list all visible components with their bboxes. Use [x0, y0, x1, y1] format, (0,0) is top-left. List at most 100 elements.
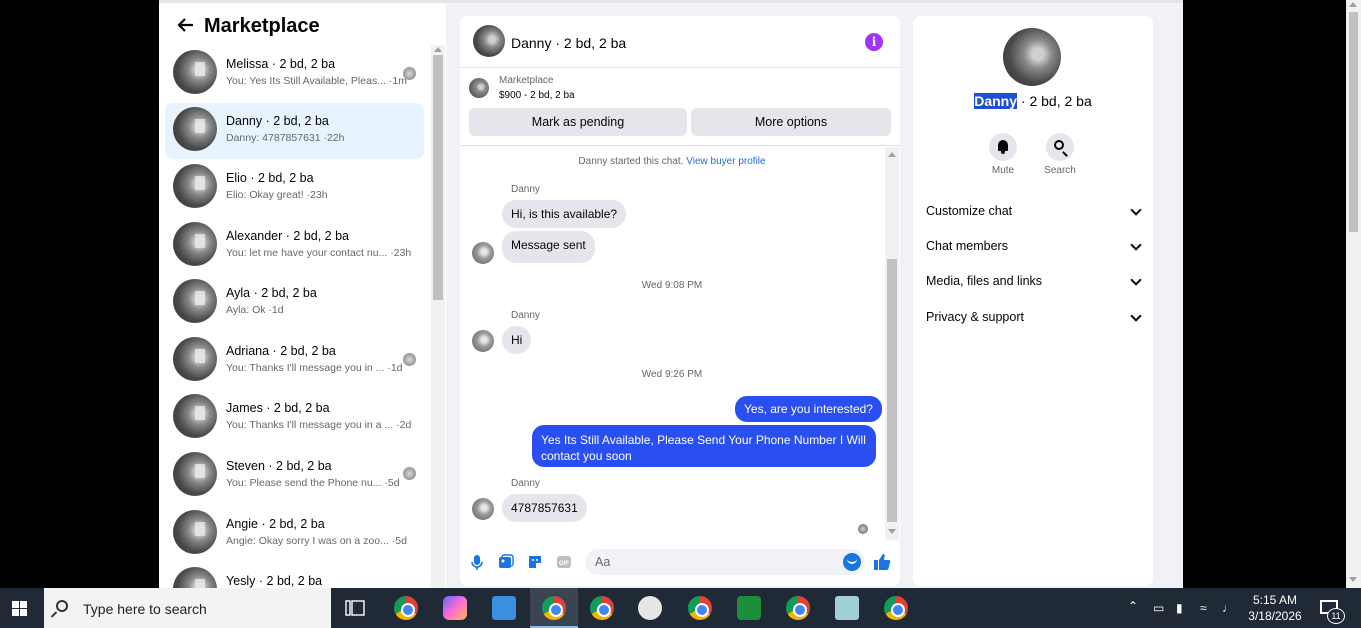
conversation-name: Yesly · 2 bd, 2 ba — [226, 574, 323, 588]
timestamp-separator: Wed 9:26 PM — [641, 369, 703, 380]
search-button[interactable]: Search — [1038, 133, 1082, 176]
more-options-button[interactable]: More options — [691, 108, 891, 136]
scroll-down-icon[interactable] — [1349, 577, 1357, 582]
copilot-icon[interactable] — [443, 596, 467, 620]
windows-taskbar: Type here to search ⌃ ▭ ▮ ≈ ♩ 5:15 AM 3/… — [0, 588, 1361, 628]
avatar[interactable] — [473, 25, 505, 57]
notification-count-badge: 11 — [1327, 608, 1345, 624]
taskbar-search[interactable]: Type here to search — [44, 588, 331, 628]
conversation-item[interactable]: Ayla · 2 bd, 2 ba Ayla: Ok ·1d — [165, 275, 424, 331]
notepad-icon[interactable] — [835, 596, 859, 620]
incoming-message[interactable]: Message sent — [502, 231, 595, 263]
battery-icon[interactable]: ▮ — [1176, 601, 1183, 615]
page-scrollbar[interactable] — [1346, 0, 1361, 588]
conversation-item[interactable]: Steven · 2 bd, 2 ba You: Please send the … — [165, 448, 424, 504]
conversation-item[interactable]: James · 2 bd, 2 ba You: Thanks I'll messa… — [165, 390, 424, 446]
scrollbar-thumb[interactable] — [1349, 12, 1358, 232]
microphone-icon[interactable] — [468, 553, 486, 571]
goto-app-icon[interactable] — [737, 596, 761, 620]
conversation-item[interactable]: Danny · 2 bd, 2 ba Danny: 4787857631 ·22h — [165, 103, 424, 159]
chevron-down-icon — [1130, 274, 1142, 286]
task-view-icon[interactable] — [345, 599, 365, 617]
read-receipt-avatar — [403, 353, 416, 366]
scrollbar-thumb[interactable] — [887, 259, 897, 522]
scroll-up-icon[interactable] — [1349, 2, 1357, 7]
read-receipt-avatar — [858, 524, 868, 534]
windows-logo-icon — [12, 601, 27, 616]
search-circle[interactable] — [1046, 133, 1074, 161]
view-buyer-profile-link[interactable]: View buyer profile — [686, 156, 765, 167]
scroll-up-icon[interactable] — [888, 152, 896, 157]
chat-scrollbar[interactable] — [885, 147, 899, 540]
conversation-snippet: You: Thanks I'll message you in ... ·1d — [226, 362, 403, 374]
thumbs-up-icon[interactable] — [872, 552, 892, 572]
scroll-up-icon[interactable] — [434, 47, 442, 52]
start-button[interactable] — [0, 588, 40, 628]
avatar — [173, 279, 217, 323]
chrome-icon[interactable] — [786, 596, 810, 620]
system-clock[interactable]: 5:15 AM 3/18/2026 — [1244, 592, 1306, 624]
avatar — [173, 164, 217, 208]
outgoing-message[interactable]: Yes Its Still Available, Please Send You… — [532, 425, 876, 467]
photo-icon[interactable] — [497, 553, 515, 571]
conversation-snippet: You: let me have your contact nu... ·23h — [226, 247, 412, 259]
conversation-item[interactable]: Adriana · 2 bd, 2 ba You: Thanks I'll mes… — [165, 333, 424, 389]
conversation-snippet: Ayla: Ok ·1d — [226, 304, 284, 316]
outgoing-message[interactable]: Yes, are you interested? — [735, 396, 882, 422]
mark-as-pending-button[interactable]: Mark as pending — [469, 108, 687, 136]
chrome-icon[interactable] — [394, 596, 418, 620]
conversation-name: Danny · 2 bd, 2 ba — [226, 114, 329, 128]
incoming-message[interactable]: 4787857631 — [502, 494, 587, 522]
selected-contact-name[interactable]: Danny — [974, 93, 1018, 109]
scroll-down-icon[interactable] — [888, 529, 896, 534]
mute-circle[interactable] — [989, 133, 1017, 161]
wifi-icon[interactable]: ≈ — [1200, 601, 1207, 615]
menu-customize-chat[interactable]: Customize chat — [926, 202, 1142, 222]
conversation-snippet: Angie: Okay sorry I was on a zoo... ·5d — [226, 535, 407, 547]
listing-price[interactable]: $900 - 2 bd, 2 ba — [499, 90, 575, 101]
avatar — [173, 337, 217, 381]
menu-chat-members[interactable]: Chat members — [926, 237, 1142, 257]
info-icon[interactable]: i — [865, 33, 883, 51]
mute-button[interactable]: Mute — [981, 133, 1025, 176]
chat-title[interactable]: Danny · 2 bd, 2 ba — [511, 35, 626, 51]
device-icon[interactable]: ▭ — [1153, 601, 1164, 615]
conversation-list: Melissa · 2 bd, 2 ba You: Yes Its Still A… — [159, 45, 431, 588]
incoming-message[interactable]: Hi, is this available? — [502, 200, 627, 228]
menu-label: Media, files and links — [926, 274, 1043, 288]
chrome-icon[interactable] — [688, 596, 712, 620]
conversation-scrollbar[interactable] — [431, 45, 445, 588]
back-arrow-icon[interactable] — [177, 16, 195, 34]
sender-label: Danny — [511, 184, 540, 195]
paint-icon[interactable] — [638, 596, 662, 620]
volume-icon[interactable]: ♩ — [1222, 601, 1234, 615]
conversation-item[interactable]: Melissa · 2 bd, 2 ba You: Yes Its Still A… — [165, 46, 424, 102]
avatar[interactable] — [472, 242, 494, 264]
chrome-icon[interactable] — [884, 596, 908, 620]
chevron-up-icon[interactable]: ⌃ — [1128, 599, 1138, 613]
avatar[interactable] — [472, 498, 494, 520]
scrollbar-thumb[interactable] — [433, 55, 443, 300]
chrome-icon[interactable] — [542, 596, 566, 620]
incoming-message[interactable]: Hi — [502, 326, 532, 354]
conversation-item[interactable]: Angie · 2 bd, 2 ba Angie: Okay sorry I wa… — [165, 506, 424, 562]
menu-label: Customize chat — [926, 204, 1013, 218]
menu-media-files-links[interactable]: Media, files and links — [926, 272, 1142, 292]
avatar[interactable] — [1003, 28, 1061, 86]
gif-icon[interactable]: GIF — [555, 553, 573, 571]
menu-label: Privacy & support — [926, 310, 1024, 324]
bell-icon — [998, 140, 1008, 154]
message-line: contact you soon — [541, 449, 632, 463]
conversation-item[interactable]: Yesly · 2 bd, 2 ba — [165, 563, 424, 588]
conversation-item[interactable]: Elio · 2 bd, 2 ba Elio: Okay great! ·23h — [165, 160, 424, 216]
contacts-app-icon[interactable] — [492, 596, 516, 620]
avatar — [173, 50, 217, 94]
chrome-icon[interactable] — [590, 596, 614, 620]
conversation-item[interactable]: Alexander · 2 bd, 2 ba You: let me have y… — [165, 218, 424, 274]
menu-privacy-support[interactable]: Privacy & support — [926, 308, 1142, 328]
avatar[interactable] — [472, 330, 494, 352]
emoji-icon[interactable] — [843, 553, 861, 571]
sticker-icon[interactable] — [526, 553, 544, 571]
message-input[interactable]: Aa — [585, 549, 865, 575]
listing-thumbnail[interactable] — [469, 78, 489, 98]
